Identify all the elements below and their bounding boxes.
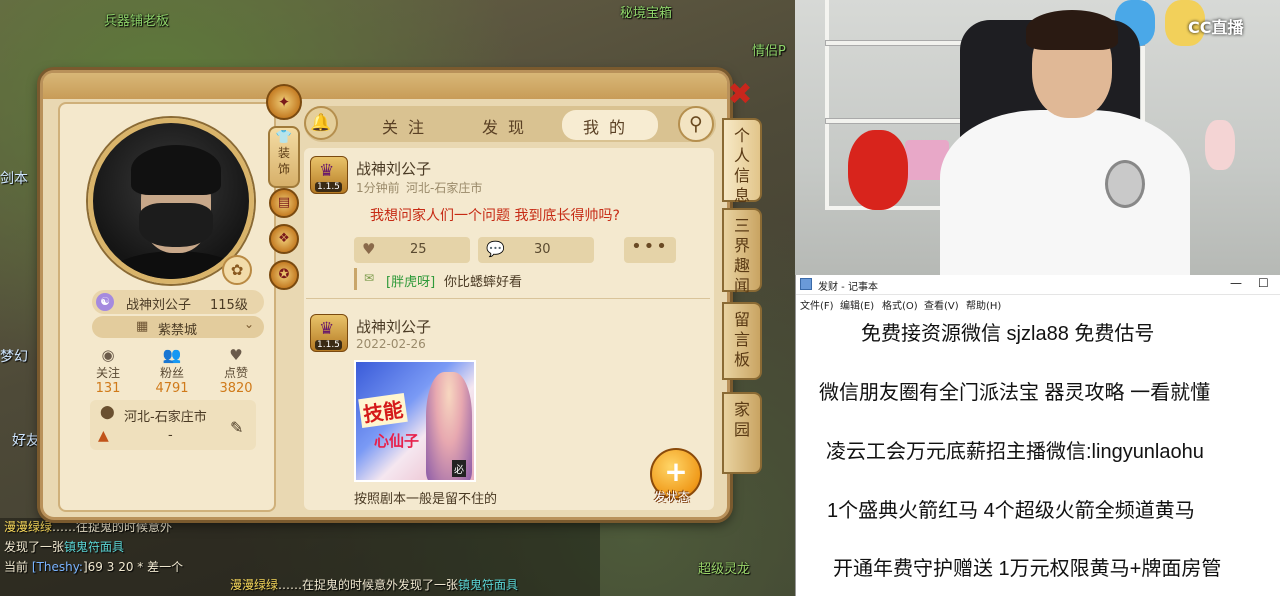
chat-line: 漫漫绿绿……往捉鬼的时候意外 bbox=[4, 520, 173, 534]
post-status-label[interactable]: 发状态 bbox=[654, 488, 690, 505]
notepad-icon bbox=[800, 278, 812, 290]
post-author[interactable]: 战神刘公子 bbox=[356, 316, 431, 337]
tab-discover[interactable]: 发现 bbox=[482, 114, 534, 138]
profile-level: 115级 bbox=[210, 298, 248, 313]
tab-follow[interactable]: 关注 bbox=[382, 114, 434, 138]
chat-line: 当前 [Theshy:]69 3 20 * 差一个 bbox=[4, 560, 184, 574]
notepad-line[interactable]: 免费接资源微信 sjzla88 免费估号 bbox=[861, 317, 1154, 346]
post-image[interactable]: 技能 心仙子 必 bbox=[354, 360, 476, 482]
profile-location-box: ⬤ 河北-石家庄市 ▲ - ✎ bbox=[90, 400, 256, 450]
decor-tab[interactable]: 👕 装饰 bbox=[268, 126, 300, 188]
side-tab-world-news[interactable]: 三界趣闻 bbox=[722, 208, 762, 295]
post-text: 我想问家人们一个问题 我到底长得帅吗? bbox=[370, 208, 620, 224]
panel-header-band bbox=[43, 73, 727, 99]
users-icon: 👥 bbox=[162, 346, 182, 364]
menu-format[interactable]: 格式(O) bbox=[882, 297, 918, 312]
post-author[interactable]: 战神刘公子 bbox=[356, 158, 431, 179]
left-tag-instance[interactable]: 剑本 bbox=[0, 168, 28, 188]
comment-text: 你比蟋蟀好看 bbox=[444, 275, 523, 290]
menu-help[interactable]: 帮助(H) bbox=[966, 297, 1001, 312]
profile-name-row: ☯ 战神刘公子 115级 bbox=[92, 290, 264, 314]
like-button[interactable]: ♥ 25 bbox=[354, 237, 470, 263]
screen: 兵器铺老板 秘境宝箱 情侣P 剑本 梦幻 好友 超级灵龙 漫漫绿绿……往捉鬼的时… bbox=[0, 0, 1280, 596]
shirt-icon: 👕 bbox=[275, 130, 293, 145]
profile-name: 战神刘公子 bbox=[126, 298, 192, 313]
menu-file[interactable]: 文件(F) bbox=[800, 297, 834, 312]
map-label-couple[interactable]: 情侣P bbox=[752, 40, 786, 59]
notepad-title: 发财 - 记事本 bbox=[818, 282, 878, 293]
more-button[interactable]: ••• bbox=[624, 237, 676, 263]
notepad-line[interactable]: 1个盛典火箭红马 4个超级火箭全频道黄马 bbox=[827, 494, 1195, 523]
server-name: 紫禁城 bbox=[158, 323, 198, 338]
avatar-frame-icon[interactable]: ✿ bbox=[222, 255, 252, 285]
comment-user[interactable]: [胖虎呀] bbox=[386, 271, 435, 290]
heart-icon: ♥ bbox=[362, 240, 376, 258]
stat-following[interactable]: ◉ 关注 131 bbox=[78, 346, 138, 396]
toy-figure bbox=[1205, 120, 1235, 170]
post-date: 2022-02-26 bbox=[356, 337, 426, 351]
comment-preview[interactable]: ✉ [胖虎呀] 你比蟋蟀好看 bbox=[354, 268, 674, 290]
notepad-line[interactable]: 开通年费守护赠送 1万元权限黄马+牌面房管 bbox=[833, 552, 1221, 581]
server-selector[interactable]: ▦ 紫禁城 ⌄ bbox=[92, 316, 264, 338]
comment-icon: 💬 bbox=[486, 240, 505, 258]
comment-icon: ✉ bbox=[364, 271, 375, 285]
location-pin-icon: ⬤ bbox=[100, 405, 115, 420]
streamer-body bbox=[940, 110, 1190, 280]
edit-icon[interactable]: ✎ bbox=[230, 418, 243, 437]
menu-view[interactable]: 查看(V) bbox=[924, 297, 959, 312]
chat-line: 漫漫绿绿……在捉鬼的时候意外发现了一张镇鬼符面具 bbox=[230, 578, 519, 592]
profile-location: 河北-石家庄市 bbox=[124, 410, 207, 425]
map-label-npc[interactable]: 兵器铺老板 bbox=[104, 10, 169, 29]
minimize-icon[interactable]: — bbox=[1230, 276, 1242, 290]
gift-icon[interactable]: ❖ bbox=[269, 224, 299, 254]
notepad-menubar: 文件(F) 编辑(E) 格式(O) 查看(V) 帮助(H) bbox=[796, 296, 1280, 312]
side-tab-message-board[interactable]: 留言板 bbox=[722, 302, 762, 380]
profile-title-value: - bbox=[168, 428, 173, 443]
rank-medal-icon[interactable]: ✦ bbox=[266, 84, 302, 120]
streamer-hair bbox=[1026, 10, 1118, 50]
post-author-badge[interactable]: ♛ 1.1.5 bbox=[310, 156, 348, 194]
like-count: 25 bbox=[410, 242, 427, 257]
stat-likes[interactable]: ♥ 点赞 3820 bbox=[206, 346, 266, 396]
left-tag-friends[interactable]: 好友 bbox=[12, 430, 40, 450]
post-location: 河北-石家庄市 bbox=[406, 181, 483, 195]
comment-count: 30 bbox=[534, 242, 551, 257]
school-icon: ☯ bbox=[96, 293, 114, 311]
bell-icon[interactable]: 🔔 bbox=[304, 106, 338, 140]
book-icon[interactable]: ▤ bbox=[269, 188, 299, 218]
left-tag-dream[interactable]: 梦幻 bbox=[0, 346, 28, 366]
heart-icon: ♥ bbox=[229, 346, 243, 364]
post-author-badge[interactable]: ♛ 1.1.5 bbox=[310, 314, 348, 352]
side-tab-home[interactable]: 家园 bbox=[722, 392, 762, 474]
eye-icon: ◉ bbox=[101, 346, 115, 364]
microphone bbox=[1105, 160, 1145, 208]
tab-mine[interactable]: 我的 bbox=[583, 114, 635, 138]
post-divider bbox=[306, 298, 710, 299]
cc-live-logo: CC直播 bbox=[1188, 18, 1244, 37]
tiger-icon: ♛ bbox=[319, 161, 335, 181]
badge-icon[interactable]: ✪ bbox=[269, 260, 299, 290]
notepad-line[interactable]: 凌云工会万元底薪招主播微信:lingyunlaohu bbox=[826, 435, 1204, 464]
chat-line: 发现了一张镇鬼符面具 bbox=[4, 540, 125, 554]
chat-panel[interactable]: 漫漫绿绿……往捉鬼的时候意外 发现了一张镇鬼符面具 当前 [Theshy:]69… bbox=[0, 518, 600, 596]
search-icon[interactable]: ⚲ bbox=[678, 106, 714, 142]
side-tab-profile-info[interactable]: 个人信息 bbox=[722, 118, 762, 205]
notepad-titlebar[interactable]: 发财 - 记事本 — ☐ bbox=[796, 275, 1280, 295]
maximize-icon[interactable]: ☐ bbox=[1258, 276, 1269, 290]
post-time: 1分钟前 bbox=[356, 181, 400, 195]
comment-button[interactable]: 💬 30 bbox=[478, 237, 594, 263]
tiger-icon: ♛ bbox=[319, 319, 335, 339]
menu-edit[interactable]: 编辑(E) bbox=[840, 297, 874, 312]
map-label-dragon[interactable]: 超级灵龙 bbox=[698, 558, 750, 577]
post-caption: 按照剧本一般是留不住的 bbox=[354, 492, 498, 507]
notepad-line[interactable]: 微信朋友圈有全门派法宝 器灵攻略 一看就懂 bbox=[819, 376, 1210, 405]
close-button[interactable]: ✖ bbox=[724, 80, 756, 110]
title-icon: ▲ bbox=[98, 428, 109, 444]
chevron-down-icon[interactable]: ⌄ bbox=[244, 317, 254, 331]
stat-fans[interactable]: 👥 粉丝 4791 bbox=[142, 346, 202, 396]
map-label-chest[interactable]: 秘境宝箱 bbox=[620, 2, 672, 21]
server-icon: ▦ bbox=[136, 319, 149, 334]
elmo-plush bbox=[848, 130, 908, 210]
notepad-window[interactable]: 发财 - 记事本 — ☐ 文件(F) 编辑(E) 格式(O) 查看(V) 帮助(… bbox=[795, 275, 1280, 596]
